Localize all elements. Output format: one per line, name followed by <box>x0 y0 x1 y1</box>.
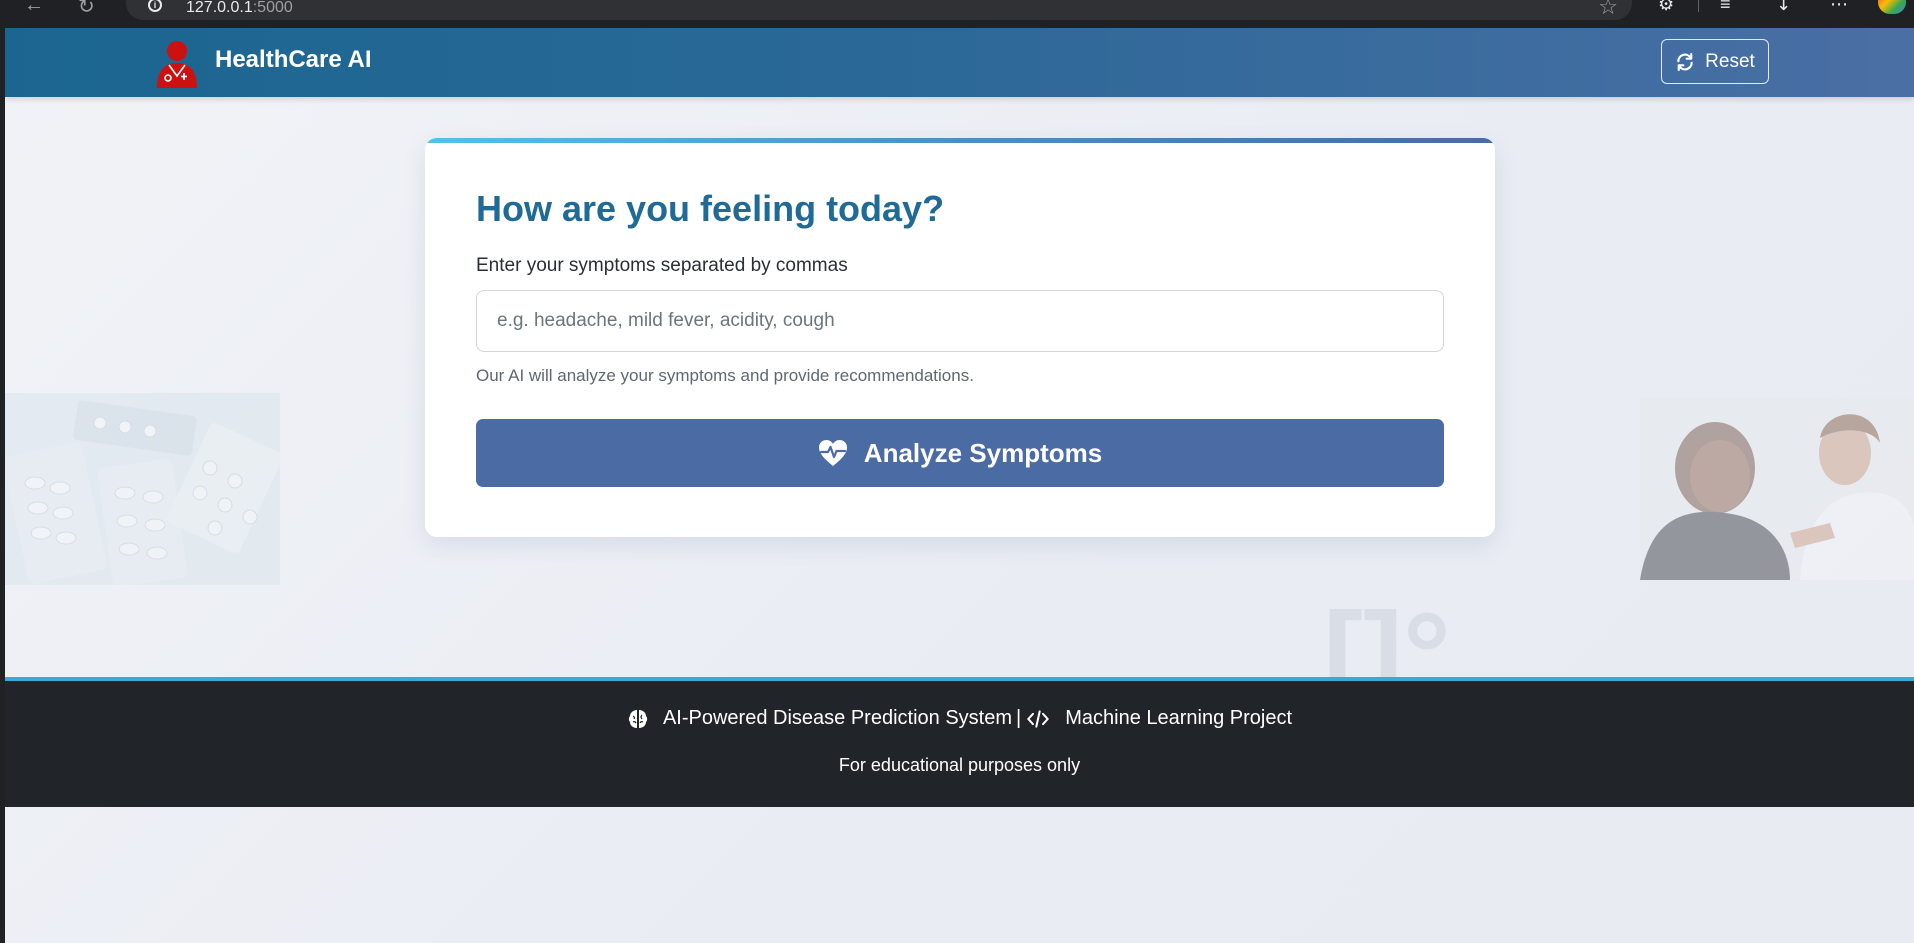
reset-label: Reset <box>1705 50 1755 72</box>
page-viewport: HealthCare AI Reset []° How are you feel… <box>5 28 1914 943</box>
symptom-form-card: How are you feeling today? Enter your sy… <box>425 138 1495 537</box>
back-arrow-icon[interactable]: ← <box>24 0 44 17</box>
form-title: How are you feeling today? <box>476 188 945 229</box>
reload-icon[interactable]: ↻ <box>78 0 95 19</box>
heartbeat-icon <box>818 440 847 466</box>
address-bar[interactable]: i 127.0.0.1:5000 ☆ <box>126 0 1632 20</box>
doctor-patient-background-image <box>1640 398 1914 580</box>
card-accent-bar <box>425 138 1495 143</box>
extensions-icon[interactable]: ⚙ <box>1658 0 1674 15</box>
footer-note: For educational purposes only <box>838 755 1081 775</box>
toolbar-divider <box>1698 0 1699 12</box>
helper-text: Our AI will analyze your symptoms and pr… <box>476 366 974 385</box>
symptoms-label: Enter your symptoms separated by commas <box>476 255 848 276</box>
pills-background-image <box>5 393 280 585</box>
analyze-symptoms-button[interactable]: Analyze Symptoms <box>476 419 1444 487</box>
footer-separator: | <box>1016 707 1022 729</box>
url-text: 127.0.0.1:5000 <box>186 0 293 17</box>
reset-button[interactable]: Reset <box>1661 39 1769 84</box>
downloads-icon[interactable]: ↧ <box>1776 0 1791 15</box>
url-port: :5000 <box>252 0 293 16</box>
footer-system-label: AI-Powered Disease Prediction System <box>662 707 1013 729</box>
user-doctor-icon <box>157 41 197 88</box>
bookmark-star-icon[interactable]: ☆ <box>1598 0 1618 20</box>
profile-avatar[interactable] <box>1878 0 1906 14</box>
footer: AI-Powered Disease Prediction System | M… <box>5 677 1914 807</box>
browser-toolbar: ← ↻ i 127.0.0.1:5000 ☆ ⚙ ≡ ↧ ⋯ <box>0 0 1914 28</box>
more-menu-icon[interactable]: ⋯ <box>1830 0 1848 15</box>
code-icon <box>1027 709 1049 728</box>
site-info-icon[interactable]: i <box>148 0 162 12</box>
sync-icon <box>1677 52 1693 71</box>
reading-list-icon[interactable]: ≡ <box>1720 0 1731 15</box>
navbar: HealthCare AI Reset <box>5 28 1914 97</box>
footer-project-label: Machine Learning Project <box>1065 707 1293 729</box>
url-host: 127.0.0.1 <box>186 0 253 16</box>
brain-icon <box>628 709 648 728</box>
footer-credits: AI-Powered Disease Prediction System | M… <box>5 707 1914 730</box>
symptoms-input[interactable] <box>476 290 1444 352</box>
brand-name[interactable]: HealthCare AI <box>215 46 372 74</box>
analyze-label: Analyze Symptoms <box>863 437 1103 468</box>
